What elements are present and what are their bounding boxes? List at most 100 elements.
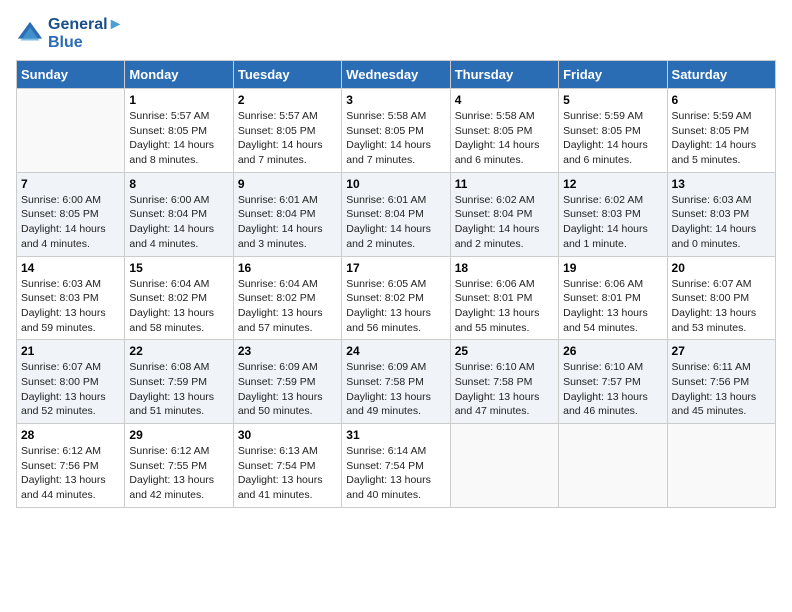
day-info: Sunrise: 6:04 AM Sunset: 8:02 PM Dayligh… xyxy=(129,277,228,336)
day-number: 8 xyxy=(129,177,228,191)
day-number: 18 xyxy=(455,261,554,275)
logo-text: General► Blue xyxy=(48,16,123,52)
calendar-header-row: SundayMondayTuesdayWednesdayThursdayFrid… xyxy=(17,61,776,89)
day-number: 13 xyxy=(672,177,771,191)
day-info: Sunrise: 6:03 AM Sunset: 8:03 PM Dayligh… xyxy=(672,193,771,252)
calendar-cell: 13 Sunrise: 6:03 AM Sunset: 8:03 PM Dayli… xyxy=(667,172,775,256)
day-number: 15 xyxy=(129,261,228,275)
day-info: Sunrise: 6:06 AM Sunset: 8:01 PM Dayligh… xyxy=(563,277,662,336)
calendar-week-row: 1Sunrise: 5:57 AM Sunset: 8:05 PM Daylig… xyxy=(17,89,776,173)
calendar-cell: 2Sunrise: 5:57 AM Sunset: 8:05 PM Daylig… xyxy=(233,89,341,173)
day-number: 9 xyxy=(238,177,337,191)
day-info: Sunrise: 6:13 AM Sunset: 7:54 PM Dayligh… xyxy=(238,444,337,503)
day-number: 21 xyxy=(21,344,120,358)
weekday-header: Tuesday xyxy=(233,61,341,89)
weekday-header: Saturday xyxy=(667,61,775,89)
calendar-cell: 6 Sunrise: 5:59 AM Sunset: 8:05 PM Daylig… xyxy=(667,89,775,173)
day-number: 22 xyxy=(129,344,228,358)
day-number: 11 xyxy=(455,177,554,191)
day-number: 4 xyxy=(455,93,554,107)
calendar-cell: 7 Sunrise: 6:00 AM Sunset: 8:05 PM Daylig… xyxy=(17,172,125,256)
calendar-cell: 22 Sunrise: 6:08 AM Sunset: 7:59 PM Dayli… xyxy=(125,340,233,424)
day-number: 14 xyxy=(21,261,120,275)
calendar-cell: 4 Sunrise: 5:58 AM Sunset: 8:05 PM Daylig… xyxy=(450,89,558,173)
day-number: 12 xyxy=(563,177,662,191)
day-info: Sunrise: 5:59 AM Sunset: 8:05 PM Dayligh… xyxy=(672,109,771,168)
day-info: Sunrise: 6:10 AM Sunset: 7:58 PM Dayligh… xyxy=(455,360,554,419)
day-info: Sunrise: 6:06 AM Sunset: 8:01 PM Dayligh… xyxy=(455,277,554,336)
page-header: General► Blue xyxy=(16,16,776,52)
day-number: 19 xyxy=(563,261,662,275)
weekday-header: Sunday xyxy=(17,61,125,89)
calendar-cell: 9 Sunrise: 6:01 AM Sunset: 8:04 PM Daylig… xyxy=(233,172,341,256)
calendar-cell: 30 Sunrise: 6:13 AM Sunset: 7:54 PM Dayli… xyxy=(233,424,341,508)
calendar-cell: 19 Sunrise: 6:06 AM Sunset: 8:01 PM Dayli… xyxy=(559,256,667,340)
calendar-week-row: 28 Sunrise: 6:12 AM Sunset: 7:56 PM Dayli… xyxy=(17,424,776,508)
day-number: 29 xyxy=(129,428,228,442)
calendar-cell: 14 Sunrise: 6:03 AM Sunset: 8:03 PM Dayli… xyxy=(17,256,125,340)
day-number: 27 xyxy=(672,344,771,358)
day-info: Sunrise: 6:12 AM Sunset: 7:56 PM Dayligh… xyxy=(21,444,120,503)
calendar-week-row: 21 Sunrise: 6:07 AM Sunset: 8:00 PM Dayli… xyxy=(17,340,776,424)
calendar-week-row: 14 Sunrise: 6:03 AM Sunset: 8:03 PM Dayli… xyxy=(17,256,776,340)
calendar-cell: 20Sunrise: 6:07 AM Sunset: 8:00 PM Dayli… xyxy=(667,256,775,340)
calendar-cell: 26Sunrise: 6:10 AM Sunset: 7:57 PM Dayli… xyxy=(559,340,667,424)
day-number: 28 xyxy=(21,428,120,442)
day-number: 5 xyxy=(563,93,662,107)
day-number: 24 xyxy=(346,344,445,358)
day-info: Sunrise: 6:09 AM Sunset: 7:58 PM Dayligh… xyxy=(346,360,445,419)
calendar-cell: 5 Sunrise: 5:59 AM Sunset: 8:05 PM Daylig… xyxy=(559,89,667,173)
day-info: Sunrise: 6:03 AM Sunset: 8:03 PM Dayligh… xyxy=(21,277,120,336)
weekday-header: Thursday xyxy=(450,61,558,89)
day-info: Sunrise: 6:07 AM Sunset: 8:00 PM Dayligh… xyxy=(21,360,120,419)
day-number: 17 xyxy=(346,261,445,275)
calendar-week-row: 7 Sunrise: 6:00 AM Sunset: 8:05 PM Daylig… xyxy=(17,172,776,256)
calendar-cell: 15 Sunrise: 6:04 AM Sunset: 8:02 PM Dayli… xyxy=(125,256,233,340)
day-number: 3 xyxy=(346,93,445,107)
day-info: Sunrise: 6:04 AM Sunset: 8:02 PM Dayligh… xyxy=(238,277,337,336)
day-number: 2 xyxy=(238,93,337,107)
day-info: Sunrise: 6:01 AM Sunset: 8:04 PM Dayligh… xyxy=(238,193,337,252)
calendar-cell: 27 Sunrise: 6:11 AM Sunset: 7:56 PM Dayli… xyxy=(667,340,775,424)
day-info: Sunrise: 6:12 AM Sunset: 7:55 PM Dayligh… xyxy=(129,444,228,503)
calendar-cell: 3 Sunrise: 5:58 AM Sunset: 8:05 PM Daylig… xyxy=(342,89,450,173)
day-info: Sunrise: 5:58 AM Sunset: 8:05 PM Dayligh… xyxy=(346,109,445,168)
calendar-cell: 11 Sunrise: 6:02 AM Sunset: 8:04 PM Dayli… xyxy=(450,172,558,256)
calendar-cell: 28 Sunrise: 6:12 AM Sunset: 7:56 PM Dayli… xyxy=(17,424,125,508)
day-number: 6 xyxy=(672,93,771,107)
day-info: Sunrise: 6:01 AM Sunset: 8:04 PM Dayligh… xyxy=(346,193,445,252)
calendar-cell: 21 Sunrise: 6:07 AM Sunset: 8:00 PM Dayli… xyxy=(17,340,125,424)
calendar-cell: 23 Sunrise: 6:09 AM Sunset: 7:59 PM Dayli… xyxy=(233,340,341,424)
day-info: Sunrise: 6:00 AM Sunset: 8:05 PM Dayligh… xyxy=(21,193,120,252)
calendar-table: SundayMondayTuesdayWednesdayThursdayFrid… xyxy=(16,60,776,508)
day-info: Sunrise: 6:02 AM Sunset: 8:04 PM Dayligh… xyxy=(455,193,554,252)
day-info: Sunrise: 6:07 AM Sunset: 8:00 PM Dayligh… xyxy=(672,277,771,336)
weekday-header: Friday xyxy=(559,61,667,89)
day-info: Sunrise: 5:57 AM Sunset: 8:05 PM Dayligh… xyxy=(129,109,228,168)
day-info: Sunrise: 6:05 AM Sunset: 8:02 PM Dayligh… xyxy=(346,277,445,336)
day-number: 7 xyxy=(21,177,120,191)
calendar-cell: 31Sunrise: 6:14 AM Sunset: 7:54 PM Dayli… xyxy=(342,424,450,508)
day-number: 31 xyxy=(346,428,445,442)
calendar-cell: 16 Sunrise: 6:04 AM Sunset: 8:02 PM Dayli… xyxy=(233,256,341,340)
day-number: 16 xyxy=(238,261,337,275)
day-info: Sunrise: 5:58 AM Sunset: 8:05 PM Dayligh… xyxy=(455,109,554,168)
day-number: 23 xyxy=(238,344,337,358)
calendar-cell: 17 Sunrise: 6:05 AM Sunset: 8:02 PM Dayli… xyxy=(342,256,450,340)
calendar-cell: 1Sunrise: 5:57 AM Sunset: 8:05 PM Daylig… xyxy=(125,89,233,173)
day-number: 10 xyxy=(346,177,445,191)
day-info: Sunrise: 6:08 AM Sunset: 7:59 PM Dayligh… xyxy=(129,360,228,419)
calendar-cell: 24 Sunrise: 6:09 AM Sunset: 7:58 PM Dayli… xyxy=(342,340,450,424)
calendar-cell: 10 Sunrise: 6:01 AM Sunset: 8:04 PM Dayli… xyxy=(342,172,450,256)
logo: General► Blue xyxy=(16,16,123,52)
calendar-cell xyxy=(17,89,125,173)
calendar-cell: 12Sunrise: 6:02 AM Sunset: 8:03 PM Dayli… xyxy=(559,172,667,256)
calendar-cell: 18 Sunrise: 6:06 AM Sunset: 8:01 PM Dayli… xyxy=(450,256,558,340)
day-number: 25 xyxy=(455,344,554,358)
day-info: Sunrise: 5:59 AM Sunset: 8:05 PM Dayligh… xyxy=(563,109,662,168)
calendar-cell: 29 Sunrise: 6:12 AM Sunset: 7:55 PM Dayli… xyxy=(125,424,233,508)
day-info: Sunrise: 6:11 AM Sunset: 7:56 PM Dayligh… xyxy=(672,360,771,419)
calendar-cell: 8Sunrise: 6:00 AM Sunset: 8:04 PM Daylig… xyxy=(125,172,233,256)
day-number: 30 xyxy=(238,428,337,442)
day-info: Sunrise: 6:09 AM Sunset: 7:59 PM Dayligh… xyxy=(238,360,337,419)
